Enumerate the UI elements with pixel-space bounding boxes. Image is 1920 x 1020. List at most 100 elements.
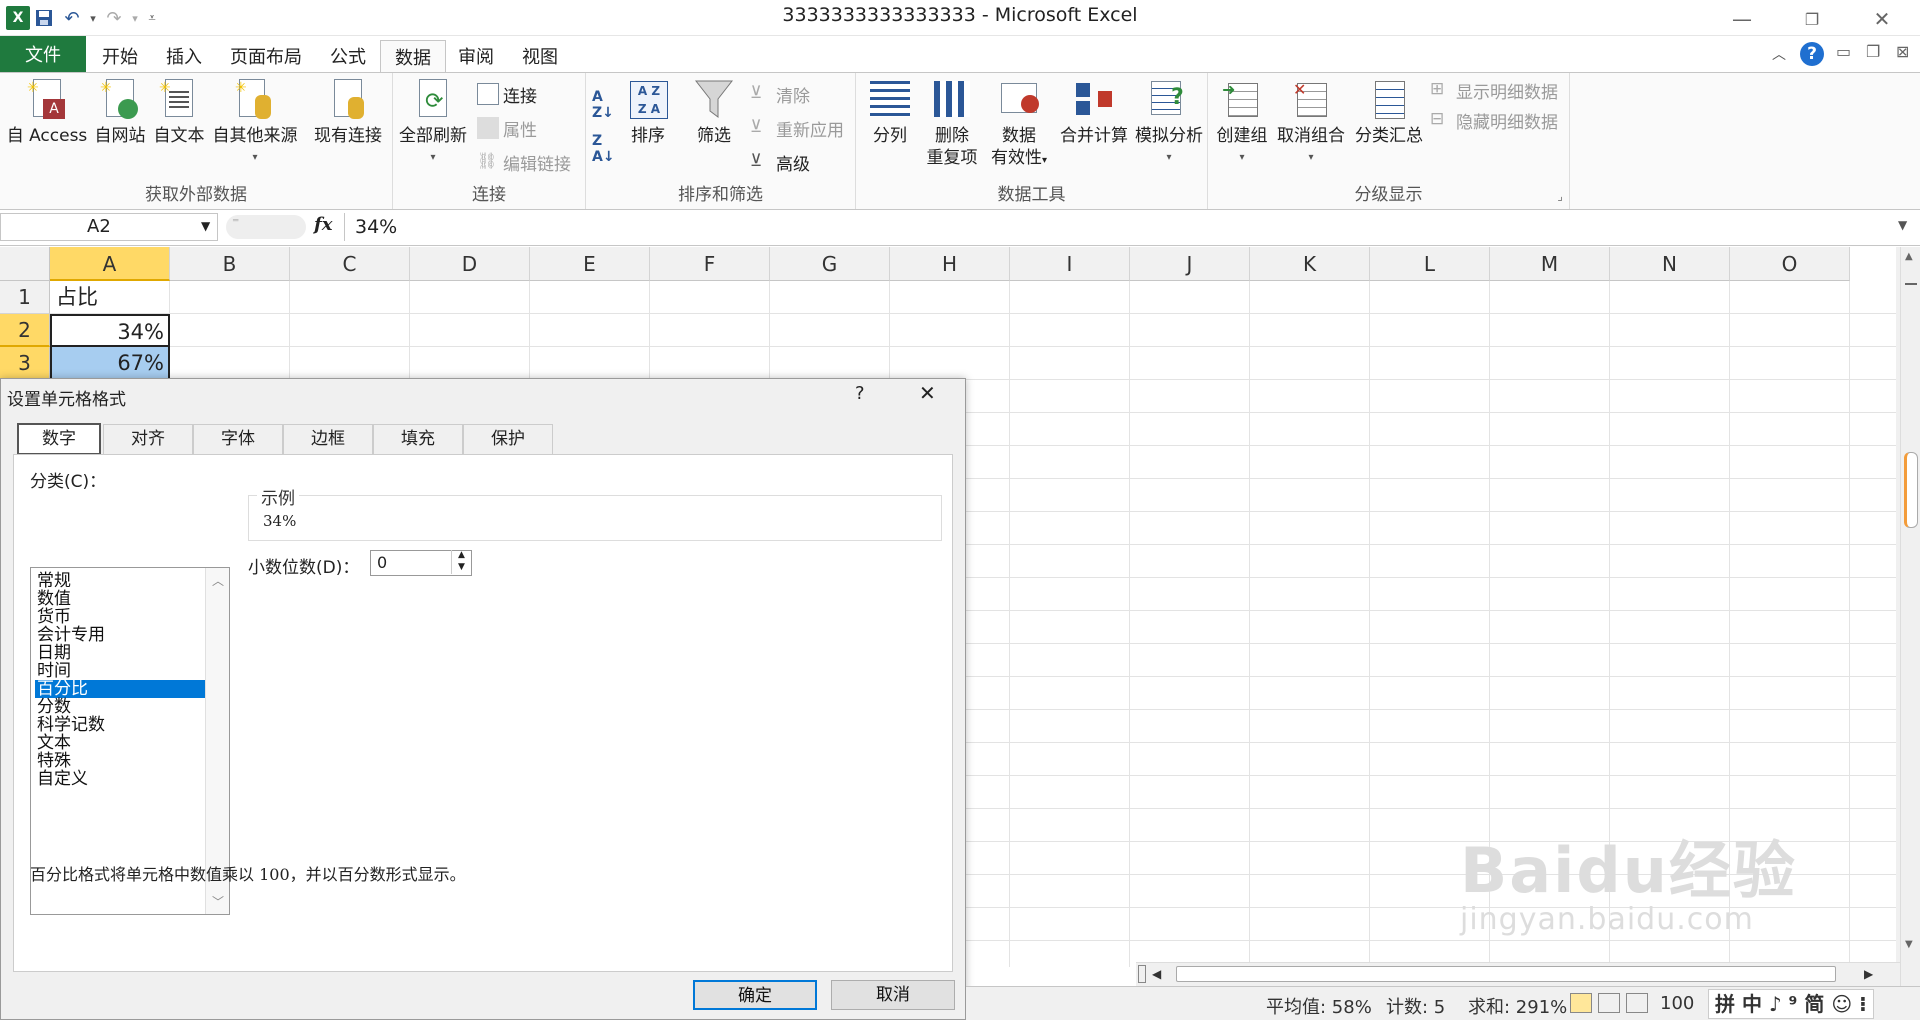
what-if-analysis-button[interactable]: ? 模拟分析 ▾: [1132, 77, 1206, 169]
sort-button[interactable]: A ZZ A 排序: [620, 77, 676, 147]
select-all-corner[interactable]: [0, 247, 50, 281]
scroll-left-icon[interactable]: ◀: [1152, 967, 1161, 981]
category-item[interactable]: 货币: [35, 608, 229, 626]
row-header-3[interactable]: 3: [0, 347, 50, 380]
name-box[interactable]: A2 ▼: [0, 213, 218, 241]
category-item[interactable]: 时间: [35, 662, 229, 680]
page-layout-view-icon[interactable]: [1598, 993, 1620, 1013]
wb-restore-icon[interactable]: ❐: [1866, 42, 1880, 61]
category-item[interactable]: 文本: [35, 734, 229, 752]
column-header-n[interactable]: N: [1610, 247, 1730, 281]
column-header-l[interactable]: L: [1370, 247, 1490, 281]
insert-function-icon[interactable]: fx: [314, 214, 332, 235]
row-header-1[interactable]: 1: [0, 281, 50, 314]
properties-button[interactable]: 属性: [477, 113, 537, 143]
row-header-2[interactable]: 2: [0, 314, 50, 347]
cell-a2[interactable]: 34%: [50, 314, 170, 347]
column-header-k[interactable]: K: [1250, 247, 1370, 281]
category-item[interactable]: 自定义: [35, 770, 229, 788]
horizontal-scroll-thumb[interactable]: [1176, 966, 1836, 982]
page-break-view-icon[interactable]: [1626, 993, 1648, 1013]
category-item[interactable]: 常规: [35, 572, 229, 590]
formula-bar-resize-handle[interactable]: ⁼: [226, 215, 306, 239]
horizontal-scrollbar[interactable]: ◀ ▶: [1136, 962, 1900, 986]
column-header-g[interactable]: G: [770, 247, 890, 281]
dialog-tab-number[interactable]: 数字: [17, 423, 101, 455]
collapse-ribbon-icon[interactable]: ︿: [1772, 44, 1786, 64]
dialog-tab-border[interactable]: 边框: [283, 424, 373, 454]
ungroup-button[interactable]: ✕ 取消组合 ▾: [1272, 77, 1350, 169]
cell-a3[interactable]: 67%: [50, 347, 170, 380]
column-header-j[interactable]: J: [1130, 247, 1250, 281]
from-other-sources-button[interactable]: ✳ 自其他来源 ▾: [208, 77, 302, 169]
existing-connections-button[interactable]: 现有连接: [306, 77, 390, 147]
list-scroll-down-icon[interactable]: ﹀: [212, 893, 224, 910]
scroll-right-icon[interactable]: ▶: [1864, 967, 1873, 981]
dialog-tab-fill[interactable]: 填充: [373, 424, 463, 454]
cell-a1[interactable]: 占比: [52, 281, 170, 314]
tab-file[interactable]: 文件: [0, 36, 86, 72]
column-header-i[interactable]: I: [1010, 247, 1130, 281]
expand-formula-bar-icon[interactable]: ▼: [1898, 218, 1907, 232]
dialog-close-button[interactable]: ✕: [919, 381, 936, 405]
category-item[interactable]: 科学记数: [35, 716, 229, 734]
split-handle[interactable]: [1905, 283, 1917, 293]
dialog-help-button[interactable]: ?: [855, 383, 865, 404]
refresh-all-button[interactable]: ⟳ 全部刷新 ▾: [397, 77, 469, 169]
tab-data[interactable]: 数据: [380, 40, 446, 72]
filter-button[interactable]: 筛选: [686, 77, 742, 147]
remove-duplicates-button[interactable]: 删除 重复项: [920, 77, 984, 169]
normal-view-icon[interactable]: [1570, 993, 1592, 1013]
from-web-button[interactable]: ✳ 自网站: [90, 77, 150, 147]
column-header-a[interactable]: A: [50, 247, 170, 281]
tab-formulas[interactable]: 公式: [316, 40, 380, 72]
name-box-dropdown-icon[interactable]: ▼: [201, 219, 210, 233]
column-header-m[interactable]: M: [1490, 247, 1610, 281]
column-header-h[interactable]: H: [890, 247, 1010, 281]
tab-home[interactable]: 开始: [88, 40, 152, 72]
text-to-columns-button[interactable]: 分列: [860, 77, 920, 147]
consolidate-button[interactable]: 合并计算: [1056, 77, 1132, 147]
zoom-level[interactable]: 100: [1660, 993, 1694, 1014]
column-header-e[interactable]: E: [530, 247, 650, 281]
category-item[interactable]: 会计专用: [35, 626, 229, 644]
cancel-button[interactable]: 取消: [831, 980, 955, 1010]
column-header-f[interactable]: F: [650, 247, 770, 281]
tab-review[interactable]: 审阅: [444, 40, 508, 72]
outline-dialog-launcher-icon[interactable]: ⌟: [1557, 189, 1563, 203]
decimal-places-input[interactable]: 0: [377, 553, 387, 572]
from-text-button[interactable]: ✳ 自文本: [150, 77, 208, 147]
wb-close-icon[interactable]: ⊠: [1896, 42, 1909, 61]
tab-view[interactable]: 视图: [508, 40, 572, 72]
data-validation-button[interactable]: 数据 有效性▾: [984, 77, 1054, 172]
sort-za-icon[interactable]: Z A↓: [592, 133, 615, 165]
from-access-button[interactable]: A ✳ 自 Access: [4, 77, 90, 147]
dialog-tab-protection[interactable]: 保护: [463, 424, 553, 454]
increment-icon[interactable]: ▲: [451, 550, 471, 562]
formula-input[interactable]: 34%: [344, 213, 1900, 241]
hide-detail-button[interactable]: ⊟ 隐藏明细数据: [1430, 105, 1558, 135]
category-item[interactable]: 分数: [35, 698, 229, 716]
column-header-b[interactable]: B: [170, 247, 290, 281]
sort-az-icon[interactable]: A Z↓: [592, 89, 614, 121]
dialog-tab-font[interactable]: 字体: [193, 424, 283, 454]
dialog-tab-alignment[interactable]: 对齐: [103, 424, 193, 454]
clear-filter-button[interactable]: ⊻ 清除: [750, 79, 810, 109]
wb-minimize-icon[interactable]: ▭: [1836, 42, 1851, 61]
category-item[interactable]: 百分比: [35, 680, 229, 698]
help-icon[interactable]: ?: [1800, 42, 1824, 66]
subtotal-button[interactable]: 分类汇总: [1350, 77, 1428, 147]
column-header-o[interactable]: O: [1730, 247, 1850, 281]
column-header-c[interactable]: C: [290, 247, 410, 281]
tab-page-layout[interactable]: 页面布局: [216, 40, 316, 72]
show-detail-button[interactable]: ⊞ 显示明细数据: [1430, 75, 1558, 105]
category-item[interactable]: 数值: [35, 590, 229, 608]
list-scroll-up-icon[interactable]: ︿: [212, 572, 224, 589]
decrement-icon[interactable]: ▼: [451, 562, 471, 574]
scroll-up-icon[interactable]: ▲: [1905, 251, 1913, 262]
ok-button[interactable]: 确定: [693, 980, 817, 1010]
minimize-icon[interactable]: —: [1712, 2, 1772, 36]
edit-links-button[interactable]: ⛓ 编辑链接: [477, 147, 571, 177]
scroll-down-icon[interactable]: ▼: [1905, 939, 1913, 950]
sheet-tab-splitter[interactable]: [1138, 965, 1146, 983]
